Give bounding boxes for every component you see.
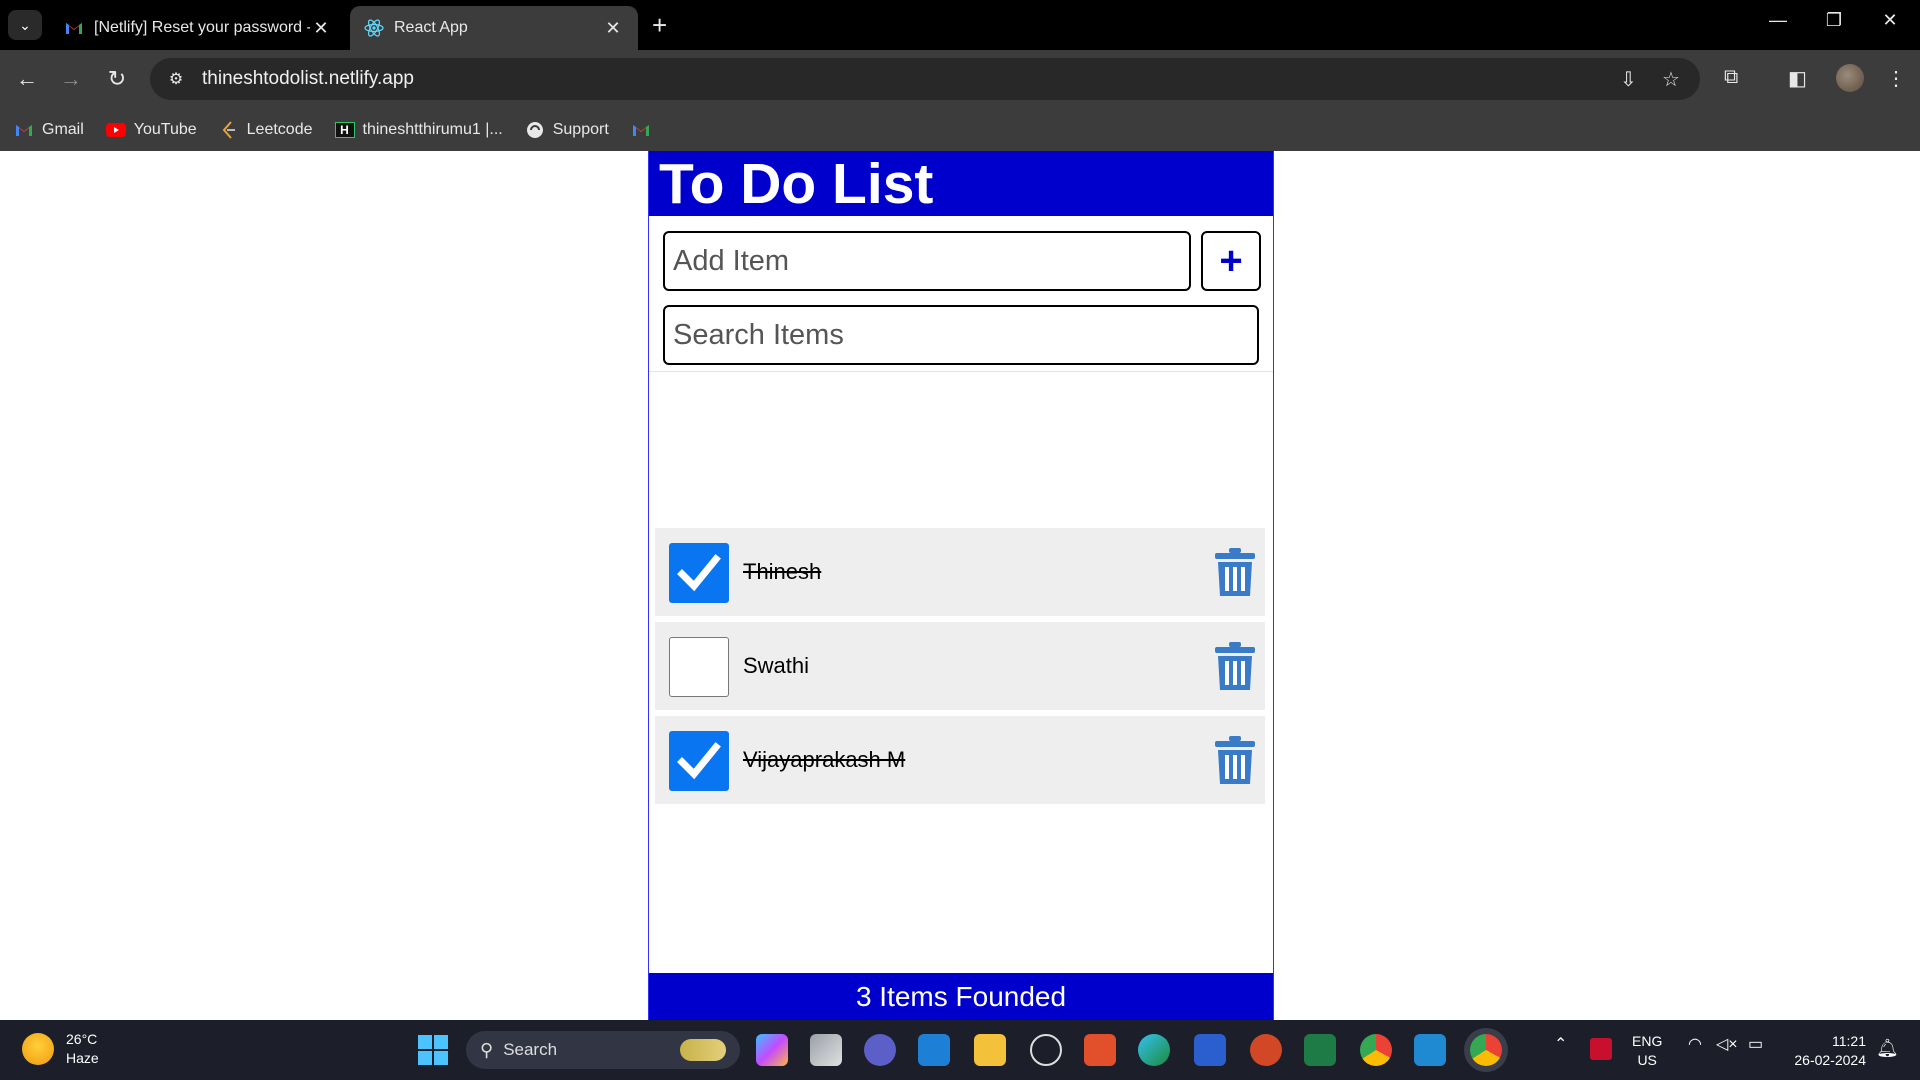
- todo-list: Thinesh Swathi Vijayaprakash M: [655, 528, 1265, 810]
- excel-icon[interactable]: [1304, 1034, 1336, 1066]
- divider: [649, 371, 1273, 372]
- close-window-icon[interactable]: ✕: [1870, 10, 1910, 31]
- tab-title: React App: [394, 19, 468, 36]
- file-explorer-icon[interactable]: [974, 1034, 1006, 1066]
- teams-chat-icon[interactable]: [864, 1034, 896, 1066]
- menu-icon[interactable]: ⋮: [1886, 66, 1906, 91]
- add-item-form: +: [663, 231, 1261, 291]
- add-item-input[interactable]: [663, 231, 1191, 291]
- trash-icon[interactable]: [1215, 548, 1255, 596]
- item-checkbox[interactable]: [669, 543, 729, 603]
- language-indicator[interactable]: ENG US: [1632, 1032, 1662, 1070]
- new-tab-button[interactable]: +: [652, 10, 667, 40]
- office-icon[interactable]: [1084, 1034, 1116, 1066]
- item-label[interactable]: Thinesh: [743, 559, 821, 585]
- windows-start-icon[interactable]: [418, 1035, 448, 1065]
- taskbar-search[interactable]: ⚲ Search: [466, 1031, 740, 1069]
- mcafee-icon[interactable]: [1590, 1038, 1612, 1060]
- install-app-icon[interactable]: ⇩: [1620, 67, 1637, 92]
- mute-icon[interactable]: ◁×: [1716, 1034, 1738, 1054]
- list-item: Vijayaprakash M: [655, 716, 1265, 804]
- youtube-icon: [105, 122, 126, 138]
- clock[interactable]: 11:21 26-02-2024: [1786, 1032, 1866, 1070]
- list-item: Thinesh: [655, 528, 1265, 616]
- dell-icon[interactable]: [1030, 1034, 1062, 1066]
- checkmark-icon: [677, 554, 721, 592]
- leetcode-icon: [219, 120, 239, 139]
- add-item-button[interactable]: +: [1201, 231, 1261, 291]
- tab-title: [Netlify] Reset your password -: [94, 19, 310, 36]
- page-title: To Do List: [659, 151, 934, 216]
- restore-icon[interactable]: ❐: [1814, 10, 1854, 31]
- search-form: [663, 305, 1259, 365]
- react-icon: [364, 18, 384, 38]
- bookmark-leetcode[interactable]: Leetcode: [219, 121, 313, 139]
- weather-desc: Haze: [66, 1050, 99, 1066]
- bookmarks-bar: Gmail YouTube Leetcode H thineshtthirumu…: [0, 108, 1920, 151]
- copilot-icon[interactable]: [756, 1034, 788, 1066]
- forward-arrow-icon[interactable]: →: [56, 64, 86, 94]
- tab-react-app[interactable]: React App ✕: [350, 6, 638, 50]
- close-icon[interactable]: ✕: [602, 18, 624, 39]
- taskbar: 26°C Haze ⚲ Search ⌃ ENG US ◠ ◁× ▭ 11:21…: [0, 1020, 1920, 1080]
- bookmark-support[interactable]: Support: [525, 121, 609, 139]
- item-count-footer: 3 Items Founded: [649, 973, 1273, 1020]
- tab-netlify-reset[interactable]: [Netlify] Reset your password - ✕: [50, 6, 346, 50]
- avatar[interactable]: [1836, 64, 1864, 92]
- word-icon[interactable]: [1194, 1034, 1226, 1066]
- weather-temp: 26°C: [66, 1031, 98, 1047]
- reload-icon[interactable]: ↻: [102, 64, 132, 94]
- item-label[interactable]: Swathi: [743, 653, 809, 679]
- bookmark-hackerrank[interactable]: H thineshtthirumu1 |...: [334, 121, 503, 139]
- hackerrank-icon: H: [334, 121, 355, 138]
- extensions-icon[interactable]: ⧉: [1724, 66, 1738, 89]
- item-checkbox[interactable]: [669, 637, 729, 697]
- bookmark-youtube[interactable]: YouTube: [105, 121, 197, 139]
- battery-icon[interactable]: ▭: [1748, 1034, 1763, 1054]
- weather-widget[interactable]: 26°C Haze: [22, 1030, 99, 1068]
- wifi-icon[interactable]: ◠: [1688, 1034, 1702, 1054]
- bookmark-gmail-2[interactable]: [631, 122, 659, 138]
- item-checkbox[interactable]: [669, 731, 729, 791]
- todo-app: To Do List + Thinesh Swathi: [648, 151, 1274, 1020]
- powerpoint-icon[interactable]: [1250, 1034, 1282, 1066]
- search-input[interactable]: [663, 305, 1259, 365]
- trash-icon[interactable]: [1215, 642, 1255, 690]
- url-text: thineshtodolist.netlify.app: [202, 68, 414, 89]
- item-label[interactable]: Vijayaprakash M: [743, 747, 905, 773]
- trash-icon[interactable]: [1215, 736, 1255, 784]
- vscode-icon[interactable]: [1414, 1034, 1446, 1066]
- taskbar-search-label: Search: [503, 1040, 558, 1059]
- edge-icon[interactable]: [1138, 1034, 1170, 1066]
- chrome-icon[interactable]: [1360, 1034, 1392, 1066]
- list-item: Swathi: [655, 622, 1265, 710]
- task-view-icon[interactable]: [810, 1034, 842, 1066]
- address-bar[interactable]: ⚙ thineshtodolist.netlify.app ⇩ ☆: [150, 58, 1700, 100]
- minimize-icon[interactable]: —: [1758, 10, 1798, 31]
- weather-haze-icon: [22, 1033, 54, 1065]
- bookmark-gmail[interactable]: Gmail: [14, 121, 84, 139]
- search-icon: ⚲: [480, 1039, 494, 1060]
- browser-toolbar: ← → ↻ ⚙ thineshtodolist.netlify.app ⇩ ☆ …: [0, 50, 1920, 108]
- gmail-icon: [631, 122, 651, 138]
- page-viewport: To Do List + Thinesh Swathi: [0, 151, 1920, 1020]
- side-panel-icon[interactable]: ◧: [1788, 66, 1807, 91]
- gmail-icon: [14, 122, 34, 138]
- support-icon: [525, 121, 545, 138]
- back-arrow-icon[interactable]: ←: [12, 64, 42, 94]
- bookmark-star-icon[interactable]: ☆: [1662, 67, 1680, 92]
- mail-icon[interactable]: [918, 1034, 950, 1066]
- chrome-active-icon[interactable]: [1470, 1034, 1502, 1066]
- tab-search-button[interactable]: ⌄: [8, 10, 42, 40]
- checkmark-icon: [677, 742, 721, 780]
- chevron-up-icon[interactable]: ⌃: [1554, 1034, 1567, 1054]
- tab-bar: ⌄ [Netlify] Reset your password - ✕ Reac…: [0, 0, 1920, 50]
- site-info-icon[interactable]: ⚙: [164, 67, 188, 91]
- notification-bell-icon[interactable]: 🔔︎: [1876, 1038, 1899, 1059]
- app-header: To Do List: [649, 151, 1273, 216]
- close-icon[interactable]: ✕: [310, 18, 332, 39]
- gmail-icon: [64, 18, 84, 38]
- search-highlight-icon: [680, 1039, 726, 1061]
